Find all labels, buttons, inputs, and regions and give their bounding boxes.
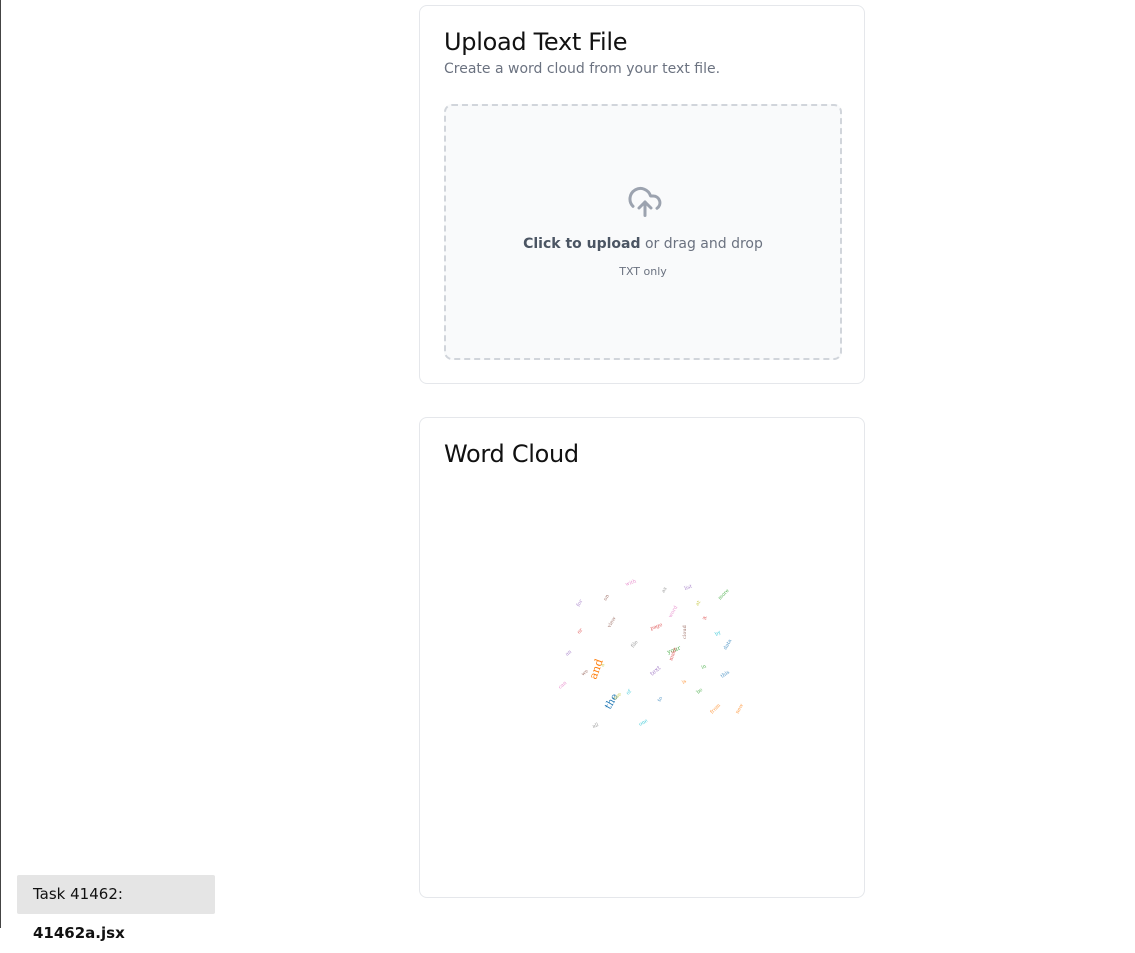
word-cloud-card: Word Cloud and the your text make cloud word fi… — [419, 417, 865, 898]
upload-card: Upload Text File Create a word cloud fro… — [419, 5, 865, 384]
cloud-word: it — [702, 616, 709, 621]
cloud-upload-icon — [628, 187, 662, 217]
cloud-word: as — [661, 586, 669, 594]
cloud-word: from — [709, 703, 722, 716]
cloud-word: or — [576, 627, 584, 635]
cloud-word: more — [717, 588, 731, 602]
cloud-word: use — [612, 691, 623, 701]
cloud-word: this — [720, 669, 731, 680]
cloud-word: one — [638, 718, 649, 728]
cloud-word: for — [576, 598, 585, 608]
cloud-word: view — [606, 615, 618, 630]
task-badge-file: 41462a.jsx — [33, 924, 125, 942]
word-cloud-canvas: andtheyourtextmakecloudwordfileaoftoisin… — [557, 578, 746, 730]
cloud-word: is — [681, 678, 688, 685]
cloud-word: on — [603, 593, 612, 602]
cloud-word: by — [714, 629, 722, 637]
cloud-word: new — [735, 702, 746, 715]
cloud-word: word — [668, 604, 680, 619]
click-to-upload-link[interactable]: Click to upload — [523, 236, 640, 252]
cloud-word: page — [650, 622, 664, 632]
cloud-word: cloud — [682, 624, 688, 639]
cloud-word: can — [557, 680, 568, 691]
cloud-word: all — [592, 722, 600, 730]
dropzone-instruction-suffix: or drag and drop — [640, 236, 763, 252]
cloud-word: file — [630, 639, 640, 649]
cloud-word: in — [700, 663, 708, 671]
cloud-word: of — [625, 688, 633, 696]
task-badge: Task 41462: 41462a.jsx — [17, 875, 215, 942]
task-badge-prefix: Task 41462: — [33, 885, 123, 903]
cloud-word: list — [684, 584, 693, 592]
file-dropzone[interactable]: Click to upload or drag and drop TXT onl… — [444, 104, 842, 360]
upload-card-subtitle: Create a word cloud from your text file. — [444, 61, 721, 77]
window-edge — [0, 0, 1, 928]
file-type-hint: TXT only — [619, 265, 667, 278]
cloud-word: at — [695, 600, 703, 607]
cloud-word: data — [723, 638, 734, 651]
upload-card-title: Upload Text File — [444, 28, 628, 56]
cloud-word: text — [649, 664, 663, 677]
word-cloud-title: Word Cloud — [444, 440, 579, 468]
cloud-word: to — [657, 696, 665, 703]
cloud-word: and — [587, 657, 606, 681]
cloud-word: an — [564, 648, 573, 657]
cloud-word: with — [625, 578, 638, 588]
cloud-word: be — [695, 687, 704, 696]
dropzone-instruction: Click to upload or drag and drop — [446, 236, 840, 252]
